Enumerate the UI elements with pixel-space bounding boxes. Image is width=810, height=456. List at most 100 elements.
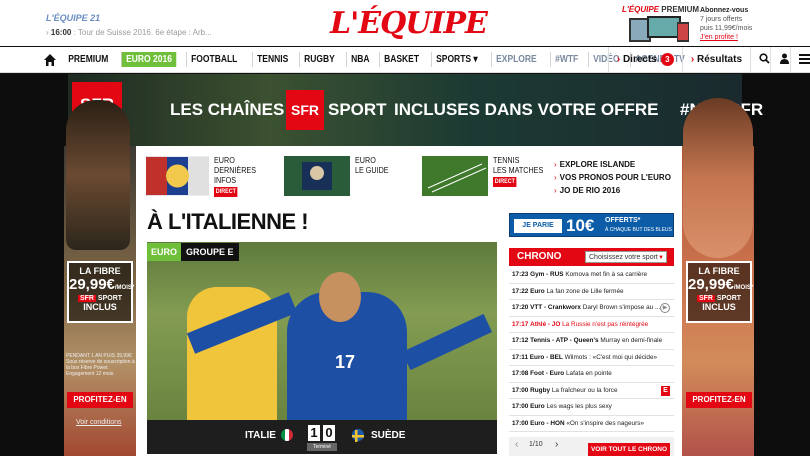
chrono-time: 17:20 [512, 304, 529, 311]
nav-rugby[interactable]: RUGBY [299, 52, 339, 67]
nav-euro-2016[interactable]: EURO 2016 [121, 52, 177, 67]
fibre-offer-left[interactable]: LA FIBRE 29,99€/MOIS* SFR SPORT INCLUS [67, 261, 134, 323]
match-photo[interactable]: 17 [147, 242, 497, 420]
nav-premium[interactable]: PREMIUM [64, 52, 113, 67]
chrono-row[interactable]: 17:17 Athlé - JO La Russie n'est pas réi… [509, 317, 674, 333]
nav-wtf[interactable]: #WTF [549, 52, 582, 67]
chrono-row[interactable]: 17:20 VTT - Crankworx Daryl Brown s'impo… [509, 300, 674, 317]
conditions-link[interactable]: Voir conditions [76, 419, 122, 426]
fibre-offer-right[interactable]: LA FIBRE 29,99€/MOIS* SFR SPORT INCLUS [686, 261, 754, 323]
live-ticker[interactable]: › 16:00 : Tour de Suisse 2016. 6e étape … [46, 28, 212, 37]
fibre-per-month: /MOIS* [733, 285, 754, 291]
chrono-panel: CHRONO Choisissez votre sport ▼ 17:23 Gym… [509, 248, 674, 456]
chrono-text: La fraîcheur ou la force [551, 386, 618, 394]
chrono-row[interactable]: 17:22 Euro La fan zone de Lille fermée [509, 284, 674, 300]
match-status: Terminé [307, 443, 337, 451]
fibre-label: LA FIBRE [698, 266, 740, 276]
chrono-row[interactable]: 17:00 Rugby La fraîcheur ou la force E [509, 383, 674, 399]
play-icon[interactable]: ▶ [660, 303, 670, 313]
featured-tennis-matches[interactable]: TENNIS LES MATCHES DIRECT [422, 156, 560, 196]
scoreboard[interactable]: ITALIE 1 0 Terminé SUÈDE [147, 420, 497, 454]
chrono-sport: Gym - RUS [530, 271, 564, 278]
featured-line1: EURO [355, 156, 376, 165]
link-explore-islande[interactable]: › EXPLORE ISLANDE [554, 158, 671, 171]
link-jo-rio[interactable]: › JO DE RIO 2016 [554, 184, 671, 197]
chrono-text: Murray en demi-finale [600, 337, 663, 344]
chrono-row[interactable]: 17:12 Tennis - ATP - Queen's Murray en d… [509, 333, 674, 350]
chevron-right-icon: › [554, 186, 557, 195]
nav-basket[interactable]: BASKET [379, 52, 423, 67]
profitez-button-right[interactable]: PROFITEZ-EN [686, 392, 752, 408]
direct-badge: DIRECT [493, 177, 517, 187]
sport-select[interactable]: Choisissez votre sport ▼ [585, 251, 667, 263]
lequipe21-logo[interactable]: L'ÉQUIPE 21 [46, 13, 100, 23]
see-all-chrono-button[interactable]: VOIR TOUT LE CHRONO [588, 443, 670, 456]
nav-football[interactable]: FOOTBALL [186, 52, 242, 67]
bet-amount: 10€ [566, 216, 595, 235]
subscribe-link[interactable]: J'en profite ! [700, 34, 738, 41]
headline[interactable]: À L'ITALIENNE ! [147, 209, 309, 235]
direct-badge: DIRECT [214, 187, 238, 197]
bet-button[interactable]: JE PARIE [514, 219, 562, 233]
chrono-text: Komova met fin à sa carrière [565, 271, 648, 278]
nav-explore[interactable]: EXPLORE [491, 52, 541, 67]
chrono-row[interactable]: 17:11 Euro - BEL Wilmots : «C'est moi qu… [509, 350, 674, 366]
chrono-sport: Foot - Euro [530, 370, 565, 377]
live-text: Tour de Suisse 2016. 6e étape : Arb... [77, 28, 212, 37]
chrono-sport: Euro [530, 403, 545, 410]
subscribe-promo[interactable]: Abonnez-vous 7 jours offerts puis 11,99€… [700, 6, 752, 42]
nav-directs[interactable]: › Directs 3 [607, 47, 682, 73]
chevron-right-icon: › [554, 160, 557, 169]
fibre-sport: SPORT [716, 295, 742, 302]
team-home: ITALIE [245, 430, 276, 441]
banner-text1: LES CHAÎNES [170, 100, 285, 119]
tennis-player-image [683, 98, 753, 258]
chrono-row[interactable]: 17:08 Foot - Euro Lafata en pointe [509, 366, 674, 383]
tennis-matches-thumb [422, 156, 488, 196]
bet-promo[interactable]: JE PARIE 10€ OFFERTS* À CHAQUE BUT DES B… [509, 213, 674, 237]
link-pronos-euro[interactable]: › VOS PRONOS POUR L'EURO [554, 171, 671, 184]
quick-links: › EXPLORE ISLANDE › VOS PRONOS POUR L'EURO… [554, 158, 671, 197]
profitez-button-left[interactable]: PROFITEZ-EN [67, 392, 133, 408]
chrono-row[interactable]: 17:00 Euro Les wags les plus sexy [509, 399, 674, 416]
nav-nba[interactable]: NBA [346, 52, 374, 67]
menu-icon[interactable] [790, 47, 810, 73]
home-icon[interactable] [42, 52, 58, 68]
chrono-row[interactable]: 17:00 Euro - HON «On s'inspire des nageu… [509, 416, 674, 432]
chrono-time: 17:08 [512, 370, 529, 377]
article-tag: EURO GROUPE E [147, 243, 239, 261]
tag-euro[interactable]: EURO [147, 243, 182, 261]
chrono-text: La fan zone de Lille fermée [546, 287, 624, 295]
chevron-left-icon[interactable]: ‹ [515, 439, 518, 450]
directs-count-badge: 3 [660, 53, 674, 66]
featured-line1: EURO [214, 156, 235, 165]
bet-condition: À CHAQUE BUT DES BLEUS [605, 227, 672, 233]
premium-logo[interactable]: L'ÉQUIPE PREMIUM [622, 5, 699, 14]
chevron-right-icon[interactable]: › [555, 439, 558, 450]
user-icon[interactable] [770, 47, 790, 73]
nav-resultats[interactable]: › Résultats [681, 47, 750, 73]
fibre-price: 29,99€ [69, 276, 115, 293]
devices-image[interactable] [627, 14, 693, 44]
chrono-text: La Russie n'est pas réintégrée [562, 320, 649, 328]
chrono-sport: Euro - BEL [529, 353, 563, 361]
banner-sport: SPORT [328, 100, 387, 119]
chrono-time: 17:17 [512, 320, 529, 328]
chrono-row[interactable]: 17:23 Gym - RUS Komova met fin à sa carr… [509, 267, 674, 284]
featured-euro-guide[interactable]: EURO LE GUIDE [284, 156, 422, 196]
featured-euro-infos[interactable]: EURO DERNIÈRES INFOS DIRECT [146, 156, 284, 197]
chrono-footer: ‹ 1/10 › VOIR TOUT LE CHRONO [509, 437, 674, 456]
nav-sports[interactable]: SPORTS ▾ [431, 52, 482, 67]
chrono-text: Les wags les plus sexy [546, 403, 612, 410]
jersey-number: 17 [335, 352, 356, 372]
chrono-sport: Euro - HON [530, 419, 565, 427]
sfr-banner[interactable]: SFR LES CHAÎNES SFR SPORT INCLUSES DANS … [68, 74, 763, 146]
nav-tennis[interactable]: TENNIS [251, 52, 293, 67]
search-icon[interactable] [750, 47, 770, 73]
chevron-right-icon: › [690, 54, 695, 65]
link-label: JO DE RIO 2016 [559, 186, 621, 195]
lequipe-e-icon: E [661, 385, 670, 396]
lequipe-logo[interactable]: L'ÉQUIPE [330, 6, 488, 41]
tag-group[interactable]: GROUPE E [181, 243, 239, 261]
euro-guide-thumb [284, 156, 350, 196]
